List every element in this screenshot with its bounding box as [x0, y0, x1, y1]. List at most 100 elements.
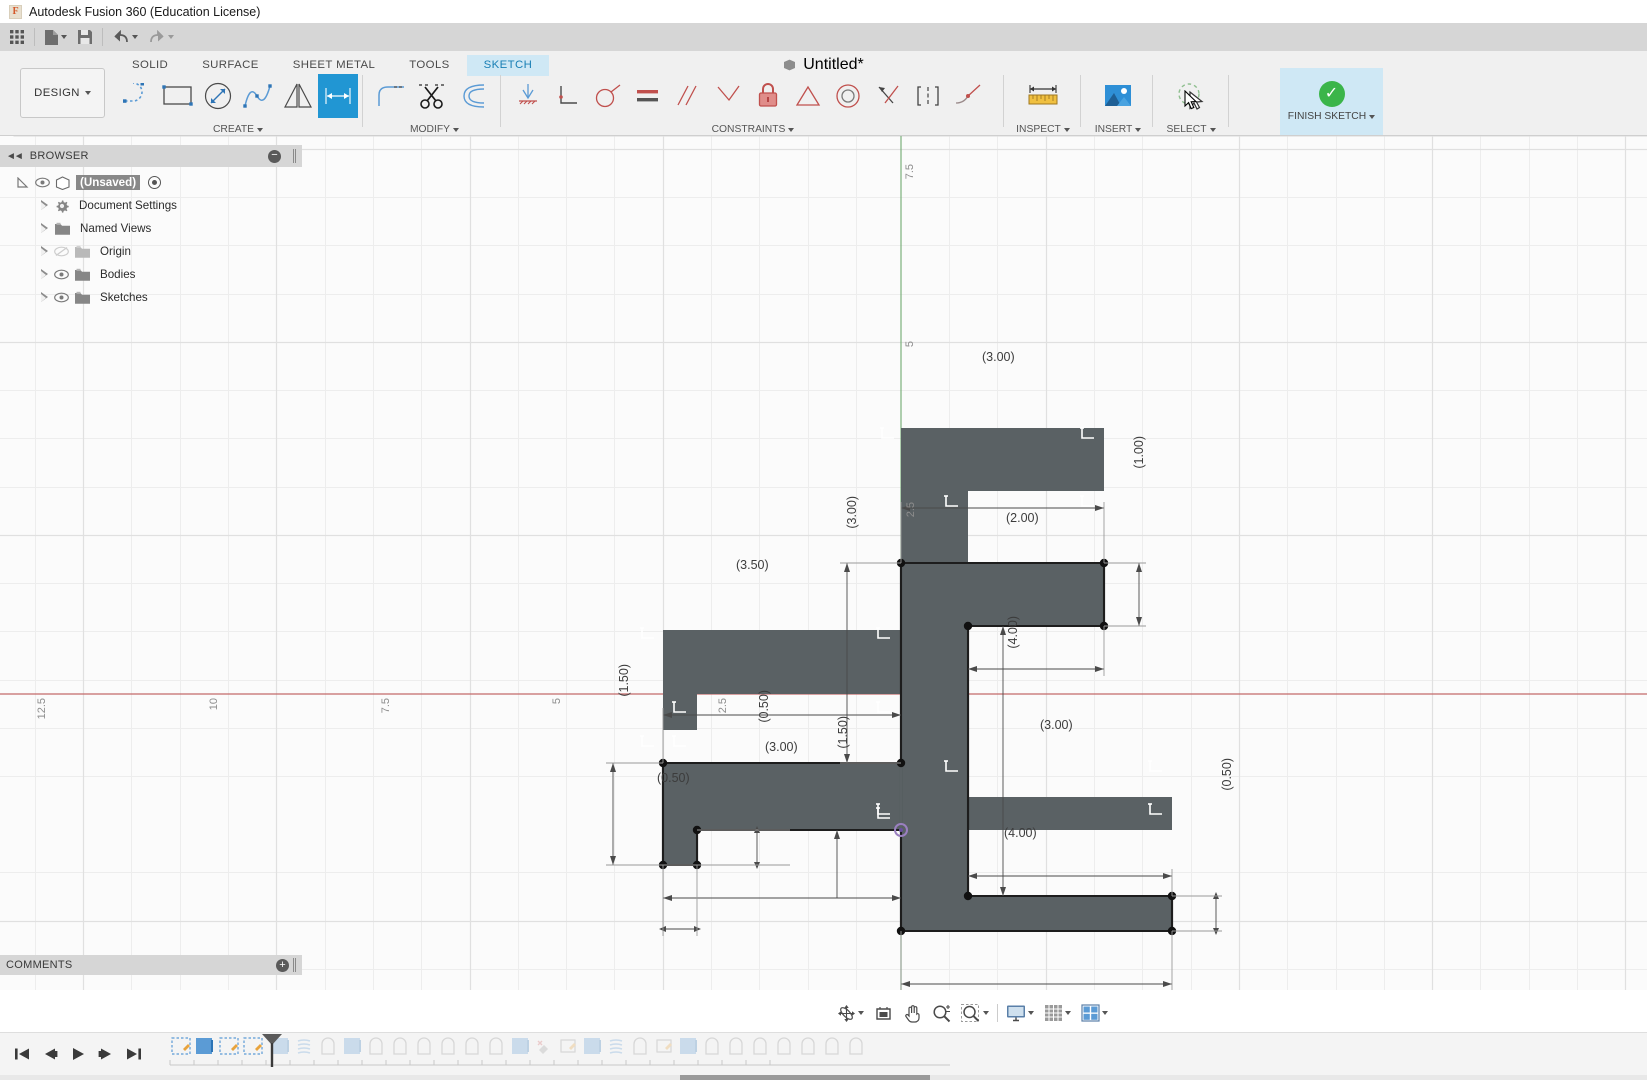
insert-chevron-icon[interactable]: [1135, 127, 1142, 132]
sidebar-item-sketches[interactable]: Sketches: [0, 286, 302, 309]
select-chevron-icon[interactable]: [1209, 127, 1216, 132]
symmetry-icon[interactable]: [788, 74, 828, 118]
coincident-icon[interactable]: [708, 74, 748, 118]
viewports-chevron-icon[interactable]: [1102, 1011, 1108, 1015]
zoom-window-chevron-icon[interactable]: [983, 1011, 989, 1015]
save-icon[interactable]: [73, 25, 97, 49]
grid-snaps-chevron-icon[interactable]: [1065, 1011, 1071, 1015]
equal-icon[interactable]: [628, 74, 668, 118]
curvature-icon[interactable]: [948, 74, 988, 118]
scrollbar-thumb[interactable]: [680, 1075, 930, 1080]
perpendicular-icon[interactable]: [548, 74, 588, 118]
visibility-eye-icon[interactable]: [35, 177, 50, 188]
panel-label-select[interactable]: SELECT: [1158, 124, 1224, 135]
parallel-icon[interactable]: [668, 74, 708, 118]
spline-icon[interactable]: [238, 74, 278, 118]
expand-arrow-icon[interactable]: [40, 246, 49, 257]
sketch-dimension-icon[interactable]: [318, 74, 358, 118]
new-file-icon[interactable]: [40, 25, 71, 49]
horizontal-scrollbar[interactable]: [0, 1075, 1647, 1080]
dimension-label[interactable]: (0.50): [757, 690, 771, 723]
dimension-label[interactable]: (1.50): [836, 716, 850, 749]
undo-icon[interactable]: [108, 25, 142, 49]
dimension-label[interactable]: (3.00): [845, 496, 859, 529]
visibility-eye-icon[interactable]: [54, 292, 69, 303]
sidebar-item-named-views[interactable]: Named Views: [0, 217, 302, 240]
dimension-label[interactable]: (0.50): [1220, 758, 1234, 791]
skip-to-start-icon[interactable]: [10, 1042, 34, 1066]
panel-label-inspect[interactable]: INSPECT: [1010, 124, 1076, 135]
expand-arrow-icon[interactable]: [40, 223, 49, 234]
modify-chevron-icon[interactable]: [453, 127, 460, 132]
finish-sketch-button[interactable]: ✓ FINISH SKETCH: [1280, 68, 1383, 135]
pan-hand-icon[interactable]: [898, 1000, 927, 1026]
viewports-icon[interactable]: [1076, 1000, 1113, 1026]
workspace-selector[interactable]: DESIGN: [20, 68, 105, 118]
look-at-icon[interactable]: [869, 1000, 898, 1026]
trim-icon[interactable]: [412, 74, 452, 118]
midpoint-icon[interactable]: [908, 74, 948, 118]
timeline-track[interactable]: [160, 1034, 1647, 1074]
rectangle-icon[interactable]: [158, 74, 198, 118]
dimension-label[interactable]: (3.00): [765, 740, 798, 754]
fillet-icon[interactable]: [372, 74, 412, 118]
visibility-eye-off-icon[interactable]: [54, 246, 69, 257]
grid-snaps-icon[interactable]: [1039, 1000, 1076, 1026]
panel-label-insert[interactable]: INSERT: [1086, 124, 1150, 135]
fix-lock-icon[interactable]: [748, 74, 788, 118]
dimension-label[interactable]: (2.00): [1006, 511, 1039, 525]
sidebar-item-document-settings[interactable]: Document Settings: [0, 194, 302, 217]
create-chevron-icon[interactable]: [257, 127, 263, 132]
dimension-label[interactable]: (3.00): [982, 350, 1015, 364]
play-icon[interactable]: [66, 1042, 90, 1066]
panel-label-constraints[interactable]: CONSTRAINTS: [508, 124, 998, 135]
horizontal-vertical-icon[interactable]: [508, 74, 548, 118]
panel-label-create[interactable]: CREATE: [118, 124, 358, 135]
expand-arrow-icon[interactable]: [40, 269, 49, 280]
orbit-icon[interactable]: [832, 1000, 869, 1026]
redo-chevron-icon[interactable]: [168, 35, 174, 39]
expand-arrow-icon[interactable]: [40, 292, 49, 303]
zoom-icon[interactable]: [927, 1000, 956, 1026]
line-icon[interactable]: [118, 74, 158, 118]
step-forward-icon[interactable]: [94, 1042, 118, 1066]
comments-panel[interactable]: COMMENTS +: [0, 955, 302, 975]
tangent-icon[interactable]: [588, 74, 628, 118]
undo-chevron-icon[interactable]: [132, 35, 138, 39]
display-settings-icon[interactable]: [1001, 1000, 1039, 1026]
minimize-icon[interactable]: −: [268, 149, 281, 163]
circle-icon[interactable]: [198, 74, 238, 118]
collinear-icon[interactable]: [868, 74, 908, 118]
dimension-label[interactable]: (4.00): [1006, 616, 1020, 649]
dimension-label[interactable]: (1.00): [1132, 436, 1146, 469]
activate-component-icon[interactable]: [148, 176, 162, 189]
display-settings-chevron-icon[interactable]: [1028, 1011, 1034, 1015]
timeline-features[interactable]: [160, 1034, 960, 1074]
dimension-label[interactable]: (1.50): [617, 664, 631, 697]
redo-icon[interactable]: [144, 25, 178, 49]
inspect-chevron-icon[interactable]: [1063, 127, 1070, 132]
orbit-chevron-icon[interactable]: [858, 1011, 864, 1015]
workspace-chevron-icon[interactable]: [84, 91, 91, 95]
step-back-icon[interactable]: [38, 1042, 62, 1066]
sidebar-item-bodies[interactable]: Bodies: [0, 263, 302, 286]
collapse-panel-icon[interactable]: ◄◄: [6, 151, 24, 162]
insert-image-icon[interactable]: [1098, 74, 1138, 118]
tree-root-label[interactable]: (Unsaved): [76, 175, 141, 190]
add-comment-icon[interactable]: +: [276, 958, 289, 972]
dimension-label[interactable]: (4.00): [1004, 826, 1037, 840]
panel-resize-grip[interactable]: [293, 149, 296, 163]
visibility-eye-icon[interactable]: [54, 269, 69, 280]
concentric-icon[interactable]: [828, 74, 868, 118]
offset-icon[interactable]: [452, 74, 492, 118]
expand-arrow-icon[interactable]: [16, 176, 30, 189]
dimension-label[interactable]: (0.50): [657, 771, 690, 785]
skip-to-end-icon[interactable]: [122, 1042, 146, 1066]
expand-arrow-icon[interactable]: [40, 200, 49, 211]
dimension-label[interactable]: (3.00): [1040, 718, 1073, 732]
zoom-window-icon[interactable]: [956, 1000, 994, 1026]
sidebar-item-origin[interactable]: Origin: [0, 240, 302, 263]
panel-label-modify[interactable]: MODIFY: [372, 124, 497, 135]
comments-resize-grip[interactable]: [293, 958, 296, 972]
mirror-icon[interactable]: [278, 74, 318, 118]
